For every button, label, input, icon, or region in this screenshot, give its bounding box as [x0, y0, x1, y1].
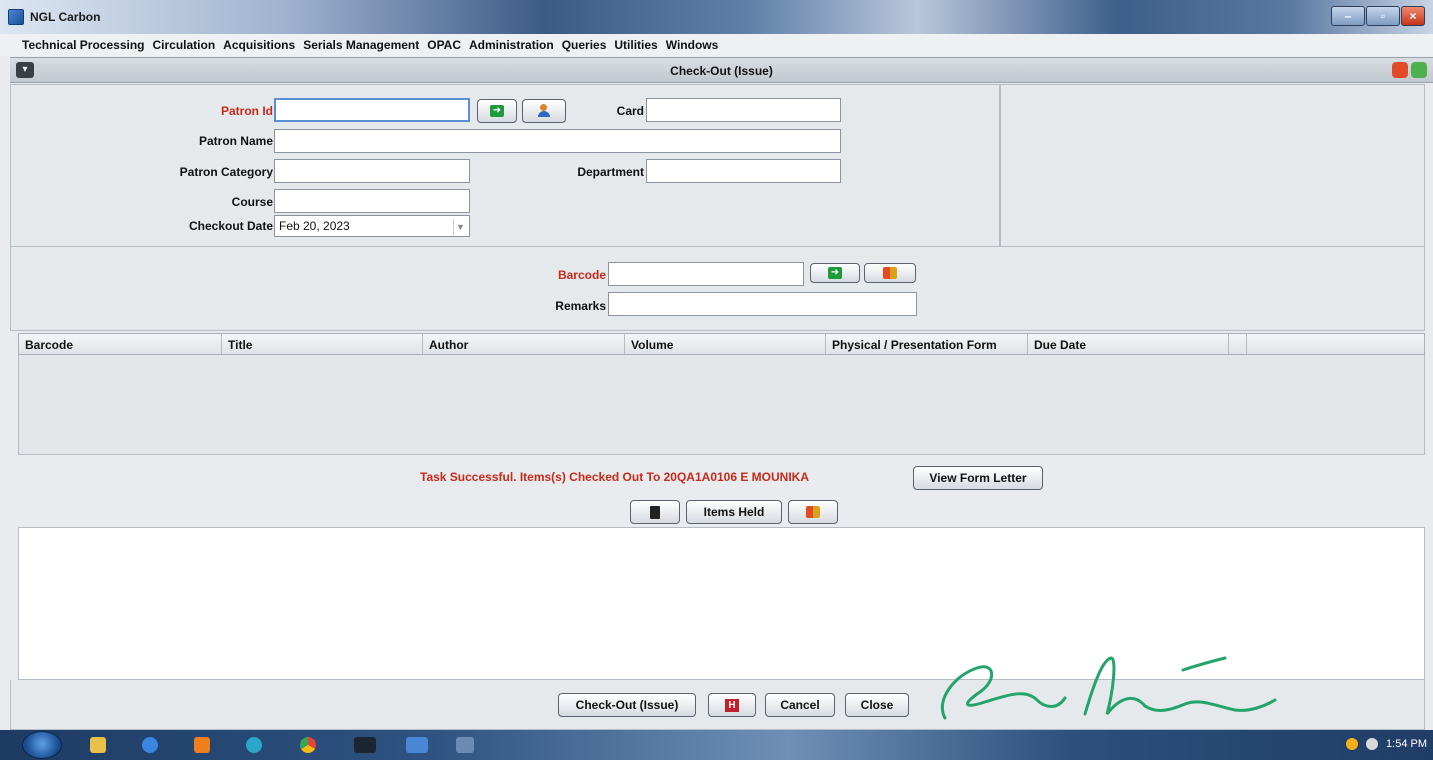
course-input[interactable]: [274, 189, 470, 213]
column-title[interactable]: Title: [222, 334, 423, 354]
department-input[interactable]: [646, 159, 841, 183]
frame-controls: [1392, 62, 1427, 78]
system-tray: 1:54 PM: [1346, 738, 1427, 750]
menu-windows[interactable]: Windows: [666, 38, 719, 52]
stop-button[interactable]: [788, 500, 838, 524]
maximize-button[interactable]: ▫: [1366, 6, 1400, 26]
card-label: Card: [616, 104, 644, 118]
items-held-button[interactable]: Items Held: [686, 500, 782, 524]
delete-icon: [650, 505, 660, 519]
column-physical-form[interactable]: Physical / Presentation Form: [826, 334, 1028, 354]
patron-photo-panel: [1000, 84, 1425, 247]
minimize-button[interactable]: –: [1331, 6, 1365, 26]
barcode-stop-button[interactable]: [864, 263, 916, 283]
hold-button[interactable]: H: [708, 693, 756, 717]
checkout-date-picker[interactable]: Feb 20, 2023 ▼: [274, 215, 470, 237]
frame-title-bar: ▾ Check-Out (Issue): [10, 57, 1433, 83]
checkout-date-label: Checkout Date: [188, 219, 273, 233]
department-label: Department: [577, 165, 644, 179]
column-due-date[interactable]: Due Date: [1028, 334, 1229, 354]
menu-technical-processing[interactable]: Technical Processing: [22, 38, 145, 52]
patron-category-input[interactable]: [274, 159, 470, 183]
column-volume[interactable]: Volume: [625, 334, 826, 354]
clock[interactable]: 1:54 PM: [1386, 738, 1427, 750]
window-title: NGL Carbon: [30, 10, 101, 24]
app-icon: [8, 9, 24, 25]
column-author[interactable]: Author: [423, 334, 625, 354]
handwritten-signature: [940, 656, 1277, 720]
chrome-icon[interactable]: [300, 737, 316, 753]
patron-search-icon: [536, 104, 552, 118]
course-label: Course: [231, 195, 273, 209]
media-player-icon[interactable]: [194, 737, 210, 753]
windows-start-icon[interactable]: [22, 731, 62, 759]
internet-explorer-icon[interactable]: [142, 737, 158, 753]
item-entry-panel: [10, 247, 1425, 331]
status-message: Task Successful. Items(s) Checked Out To…: [420, 470, 810, 484]
patron-id-input[interactable]: [274, 98, 470, 122]
barcode-go-button[interactable]: ➜: [810, 263, 860, 283]
patron-id-label: Patron Id: [220, 104, 273, 118]
remarks-input[interactable]: [608, 292, 917, 316]
menu-opac[interactable]: OPAC: [427, 38, 461, 52]
window-controls: – ▫ ×: [1331, 6, 1425, 26]
patron-name-input[interactable]: [274, 129, 841, 153]
explorer-icon[interactable]: [90, 737, 106, 753]
stop-icon: [806, 506, 820, 518]
patron-name-label: Patron Name: [198, 134, 273, 148]
frame-close-icon[interactable]: [1392, 62, 1408, 78]
go-icon: ➜: [828, 267, 842, 279]
close-button[interactable]: Close: [845, 693, 909, 717]
barcode-input[interactable]: [608, 262, 804, 286]
card-input[interactable]: [646, 98, 841, 122]
menu-serials-management[interactable]: Serials Management: [303, 38, 419, 52]
go-icon: ➜: [490, 105, 504, 117]
menu-administration[interactable]: Administration: [469, 38, 554, 52]
delete-button[interactable]: [630, 500, 680, 524]
menu-utilities[interactable]: Utilities: [614, 38, 657, 52]
barcode-label: Barcode: [557, 268, 606, 282]
checkout-button[interactable]: Check-Out (Issue): [558, 693, 696, 717]
view-form-letter-button[interactable]: View Form Letter: [913, 466, 1043, 490]
cancel-button[interactable]: Cancel: [765, 693, 835, 717]
taskbar: 1:54 PM: [0, 730, 1433, 760]
tray-network-icon[interactable]: [1366, 738, 1379, 750]
chevron-down-icon[interactable]: ▼: [453, 219, 467, 235]
remarks-label: Remarks: [555, 299, 606, 313]
menu-queries[interactable]: Queries: [562, 38, 607, 52]
patron-search-button[interactable]: [522, 99, 566, 123]
close-window-button[interactable]: ×: [1401, 6, 1425, 26]
ngl-carbon-taskbar-icon[interactable]: [406, 737, 428, 753]
column-spacer: [1229, 334, 1247, 354]
menu-circulation[interactable]: Circulation: [153, 38, 216, 52]
hold-icon: H: [725, 698, 739, 712]
frame-restore-icon[interactable]: [1411, 62, 1427, 78]
terminal-icon[interactable]: [354, 737, 376, 753]
column-barcode[interactable]: Barcode: [19, 334, 222, 354]
frame-title: Check-Out (Issue): [670, 64, 773, 78]
window-title-bar: NGL Carbon – ▫ ×: [0, 0, 1433, 34]
items-table-body: [18, 355, 1425, 455]
edge-icon[interactable]: [246, 737, 262, 753]
patron-go-button[interactable]: ➜: [477, 99, 517, 123]
app-taskbar-icon[interactable]: [456, 737, 474, 753]
tray-shield-icon[interactable]: [1346, 738, 1359, 750]
patron-category-label: Patron Category: [179, 165, 273, 179]
checkout-date-value: Feb 20, 2023: [279, 219, 350, 233]
menu-bar: Technical Processing Circulation Acquisi…: [0, 34, 1433, 56]
stop-icon: [883, 267, 897, 279]
menu-acquisitions[interactable]: Acquisitions: [223, 38, 295, 52]
items-table-header: Barcode Title Author Volume Physical / P…: [18, 333, 1425, 355]
